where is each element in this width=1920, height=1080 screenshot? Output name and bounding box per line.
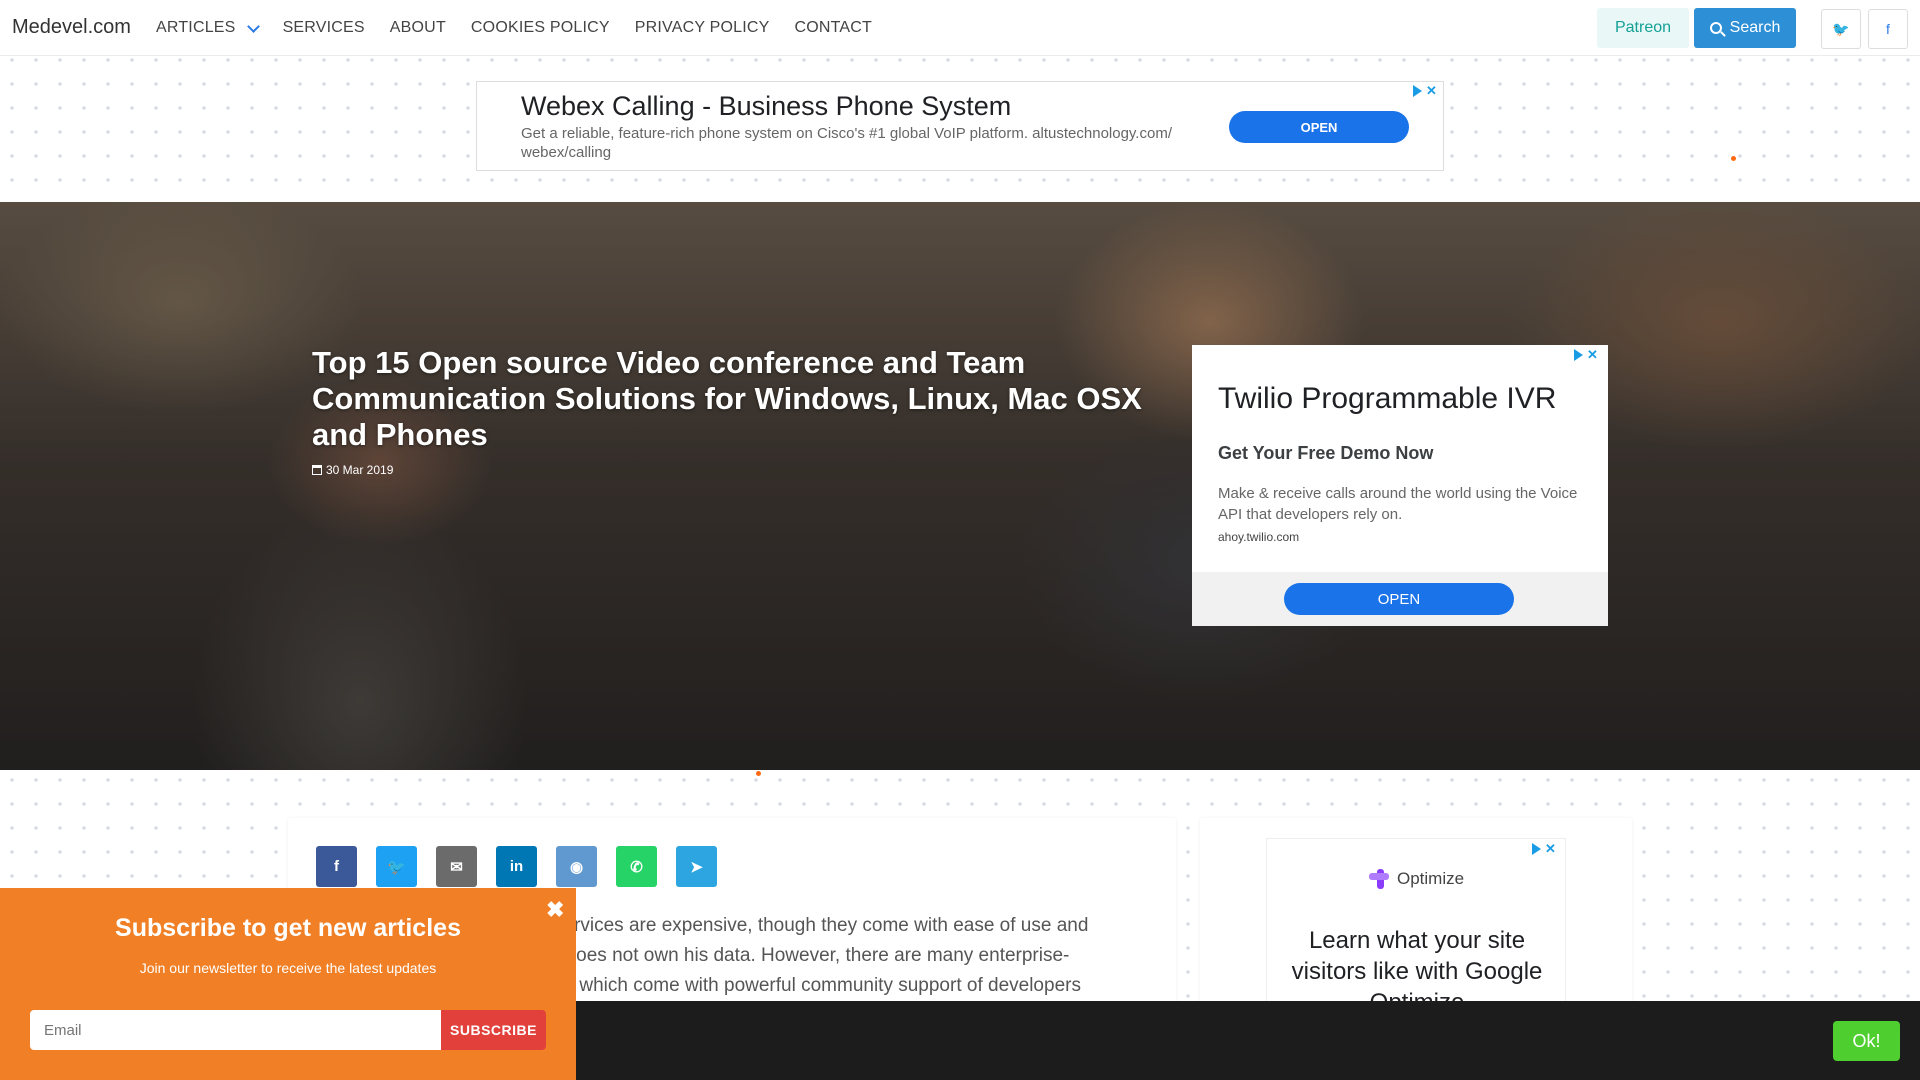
ad-description: Get a reliable, feature-rich phone syste… — [521, 125, 1172, 161]
share-whatsapp-icon[interactable]: ✆ — [616, 846, 657, 887]
play-triangle-icon — [1532, 843, 1541, 855]
subscribe-popup: ✖ Subscribe to get new articles Join our… — [0, 888, 576, 1080]
nav-item-services[interactable]: SERVICES — [283, 19, 365, 37]
nav-item-cookies-policy[interactable]: COOKIES POLICY — [471, 19, 610, 37]
optimize-brand: Optimize — [1397, 869, 1465, 888]
facebook-icon[interactable]: f — [1868, 9, 1908, 49]
top-banner-ad[interactable]: Webex Calling - Business Phone System Ge… — [476, 81, 1444, 171]
ad-open-button[interactable]: OPEN — [1284, 583, 1514, 615]
ad-description: Make & receive calls around the world us… — [1218, 485, 1578, 523]
share-telegram-icon[interactable]: ➤ — [676, 846, 717, 887]
play-triangle-icon — [1574, 349, 1583, 361]
ad-subtitle: Get Your Free Demo Now — [1218, 443, 1434, 463]
cookie-ok-button[interactable]: Ok! — [1833, 1021, 1900, 1061]
subscribe-heading: Subscribe to get new articles — [115, 914, 461, 942]
ad-close-icon[interactable]: ✕ — [1545, 841, 1556, 857]
ad-domain: ahoy.twilio.com — [1218, 530, 1300, 544]
search-icon — [1709, 22, 1722, 34]
share-facebook-icon[interactable]: f — [316, 846, 357, 887]
hero-banner: Top 15 Open source Video conference and … — [0, 202, 1920, 770]
subscribe-subheading: Join our newsletter to receive the lates… — [139, 960, 437, 976]
orange-dot — [1731, 156, 1736, 161]
orange-dot — [756, 771, 761, 776]
nav-menu: ARTICLES SERVICES ABOUT COOKIES POLICY P… — [156, 19, 897, 37]
ad-close-icon[interactable]: ✕ — [1426, 83, 1437, 99]
nav-item-about[interactable]: ABOUT — [390, 19, 446, 37]
site-brand[interactable]: Medevel.com — [12, 16, 131, 39]
nav-item-contact[interactable]: CONTACT — [794, 19, 872, 37]
chevron-down-icon — [246, 19, 260, 33]
search-label: Search — [1729, 19, 1781, 36]
share-reddit-icon[interactable]: ◉ — [556, 846, 597, 887]
adchoices-icon[interactable]: ✕ — [1532, 841, 1556, 857]
search-button[interactable]: Search — [1694, 8, 1796, 48]
share-email-icon[interactable]: ✉ — [436, 846, 477, 887]
nav-item-articles[interactable]: ARTICLES — [156, 19, 260, 37]
twilio-ad[interactable]: ✕ Twilio Programmable IVR Get Your Free … — [1192, 345, 1608, 626]
calendar-icon — [312, 465, 322, 475]
patreon-button[interactable]: Patreon — [1597, 8, 1689, 48]
email-field[interactable] — [30, 1010, 441, 1050]
ad-close-icon[interactable]: ✕ — [1587, 347, 1598, 363]
play-triangle-icon — [1413, 85, 1422, 97]
article-title: Top 15 Open source Video conference and … — [312, 345, 1142, 452]
nav-item-privacy-policy[interactable]: PRIVACY POLICY — [635, 19, 770, 37]
optimize-icon — [1369, 869, 1389, 889]
adchoices-icon[interactable]: ✕ — [1413, 83, 1437, 99]
ad-title[interactable]: Twilio Programmable IVR — [1218, 382, 1556, 416]
subscribe-button[interactable]: SUBSCRIBE — [441, 1010, 546, 1050]
twitter-icon[interactable]: 🐦 — [1821, 9, 1861, 49]
optimize-logo: Optimize — [1369, 869, 1464, 889]
hero-overlay — [0, 202, 1920, 770]
ad-open-button[interactable]: OPEN — [1229, 111, 1409, 143]
top-navbar: Medevel.com ARTICLES SERVICES ABOUT COOK… — [0, 0, 1920, 56]
share-linkedin-icon[interactable]: in — [496, 846, 537, 887]
adchoices-icon[interactable]: ✕ — [1574, 347, 1598, 363]
article-date: 30 Mar 2019 — [312, 463, 393, 477]
ad-title[interactable]: Webex Calling - Business Phone System — [521, 91, 1011, 122]
share-twitter-icon[interactable]: 🐦 — [376, 846, 417, 887]
date-label: 30 Mar 2019 — [326, 463, 394, 477]
nav-item-label: ARTICLES — [156, 19, 236, 36]
ad-footer: OPEN — [1192, 572, 1608, 626]
